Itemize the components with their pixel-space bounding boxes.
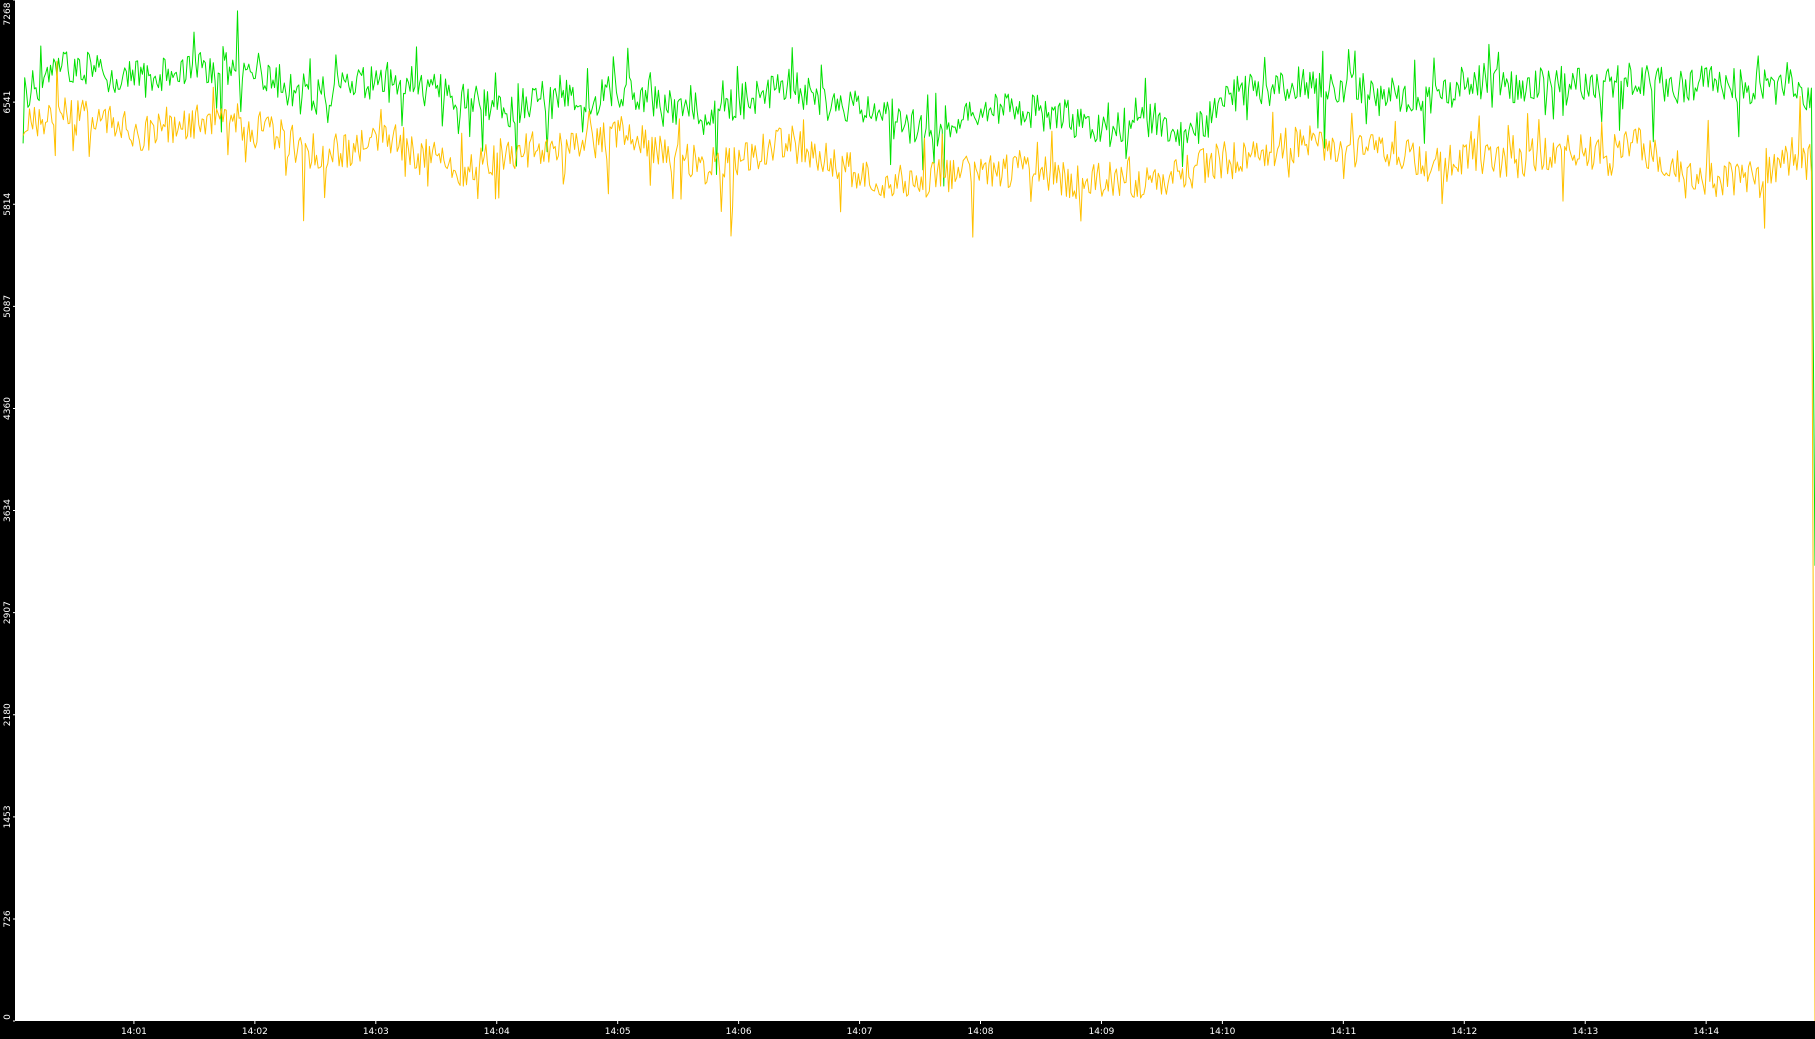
y-tick-label: 7268: [3, 2, 13, 25]
line-chart: 0 726 1453 2180 2907 3634 4360 5087 5814 6541 7268…: [0, 0, 1815, 1039]
x-tick-label: 14:08: [968, 1027, 994, 1037]
x-tick-label: 14:09: [1088, 1027, 1114, 1037]
y-tick-label: 2907: [3, 601, 13, 624]
y-tick-label: 5087: [3, 295, 13, 318]
x-tick-label: 14:07: [847, 1027, 873, 1037]
y-tick-label: 2180: [3, 703, 13, 726]
y-tick-label: 1453: [3, 805, 13, 828]
x-tick-label: 14:14: [1693, 1027, 1719, 1037]
x-tick-label: 14:02: [242, 1027, 268, 1037]
chart-root: 0 726 1453 2180 2907 3634 4360 5087 5814 6541 7268…: [0, 0, 1815, 1039]
x-tick-label: 14:13: [1572, 1027, 1598, 1037]
y-tick-label: 5814: [3, 193, 13, 216]
x-tick-label: 14:10: [1209, 1027, 1235, 1037]
x-tick-label: 14:04: [484, 1027, 510, 1037]
y-tick-label: 6541: [3, 91, 13, 114]
x-tick-label: 14:03: [363, 1027, 389, 1037]
x-tick-label: 14:05: [605, 1027, 631, 1037]
y-tick-label: 3634: [3, 499, 13, 522]
y-tick-label: 4360: [3, 397, 13, 420]
x-tick-label: 14:01: [121, 1027, 147, 1037]
x-tick-label: 14:12: [1451, 1027, 1477, 1037]
x-axis-band: [0, 1021, 1815, 1039]
x-tick-label: 14:06: [726, 1027, 752, 1037]
y-tick-label: 726: [3, 910, 13, 927]
y-tick-label: 0: [3, 1014, 13, 1020]
x-tick-label: 14:11: [1330, 1027, 1356, 1037]
